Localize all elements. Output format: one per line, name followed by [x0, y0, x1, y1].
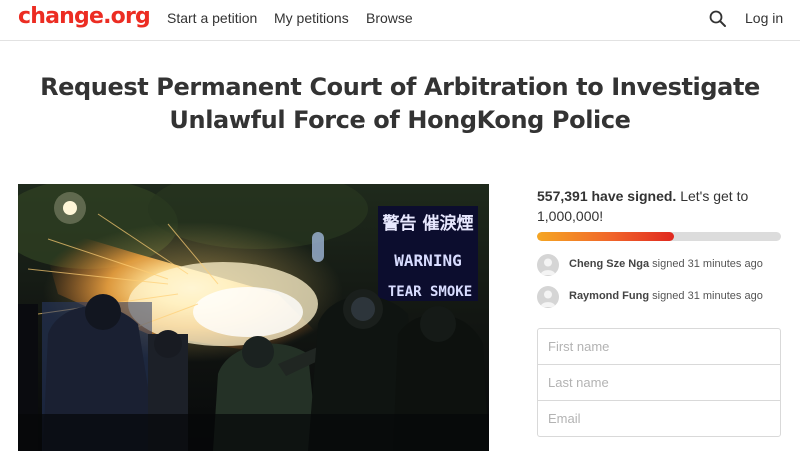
signer-name: Raymond Fung	[569, 290, 650, 302]
signer-line: Raymond Fung signed 31 minutes ago	[569, 290, 763, 302]
sign-petition-form	[537, 328, 781, 437]
avatar-icon	[537, 286, 559, 308]
nav-browse[interactable]: Browse	[366, 10, 413, 26]
last-name-input[interactable]	[537, 364, 781, 401]
signature-progress-bar	[537, 232, 781, 241]
nav-my-petitions[interactable]: My petitions	[274, 10, 349, 26]
nav-start-a-petition[interactable]: Start a petition	[167, 10, 257, 26]
change-org-logo[interactable]: change.org	[18, 4, 151, 29]
search-icon[interactable]	[708, 9, 728, 29]
signer-time: signed 31 minutes ago	[652, 290, 763, 302]
signer-time: signed 31 minutes ago	[652, 258, 763, 270]
sign-warning-text: WARNING	[394, 251, 461, 270]
signed-count-text: 557,391 have signed.	[537, 188, 677, 204]
avatar-icon	[537, 254, 559, 276]
signer-line: Cheng Sze Nga signed 31 minutes ago	[569, 258, 763, 270]
signature-progress-fill	[537, 232, 674, 241]
sign-chinese-text: 警告 催淚煙	[382, 213, 474, 234]
signer-name: Cheng Sze Nga	[569, 258, 650, 270]
petition-title: Request Permanent Court of Arbitration t…	[40, 73, 760, 134]
signature-count: 557,391 have signed. Let's get to 1,000,…	[537, 186, 782, 226]
sign-tear-smoke-text: TEAR SMOKE	[388, 284, 472, 300]
first-name-input[interactable]	[537, 328, 781, 365]
top-navigation-bar: change.org Start a petition My petitions…	[0, 0, 800, 41]
login-link[interactable]: Log in	[745, 10, 783, 26]
email-input[interactable]	[537, 400, 781, 437]
petition-hero-image: 警告 催淚煙 WARNING TEAR SMOKE	[18, 184, 489, 451]
